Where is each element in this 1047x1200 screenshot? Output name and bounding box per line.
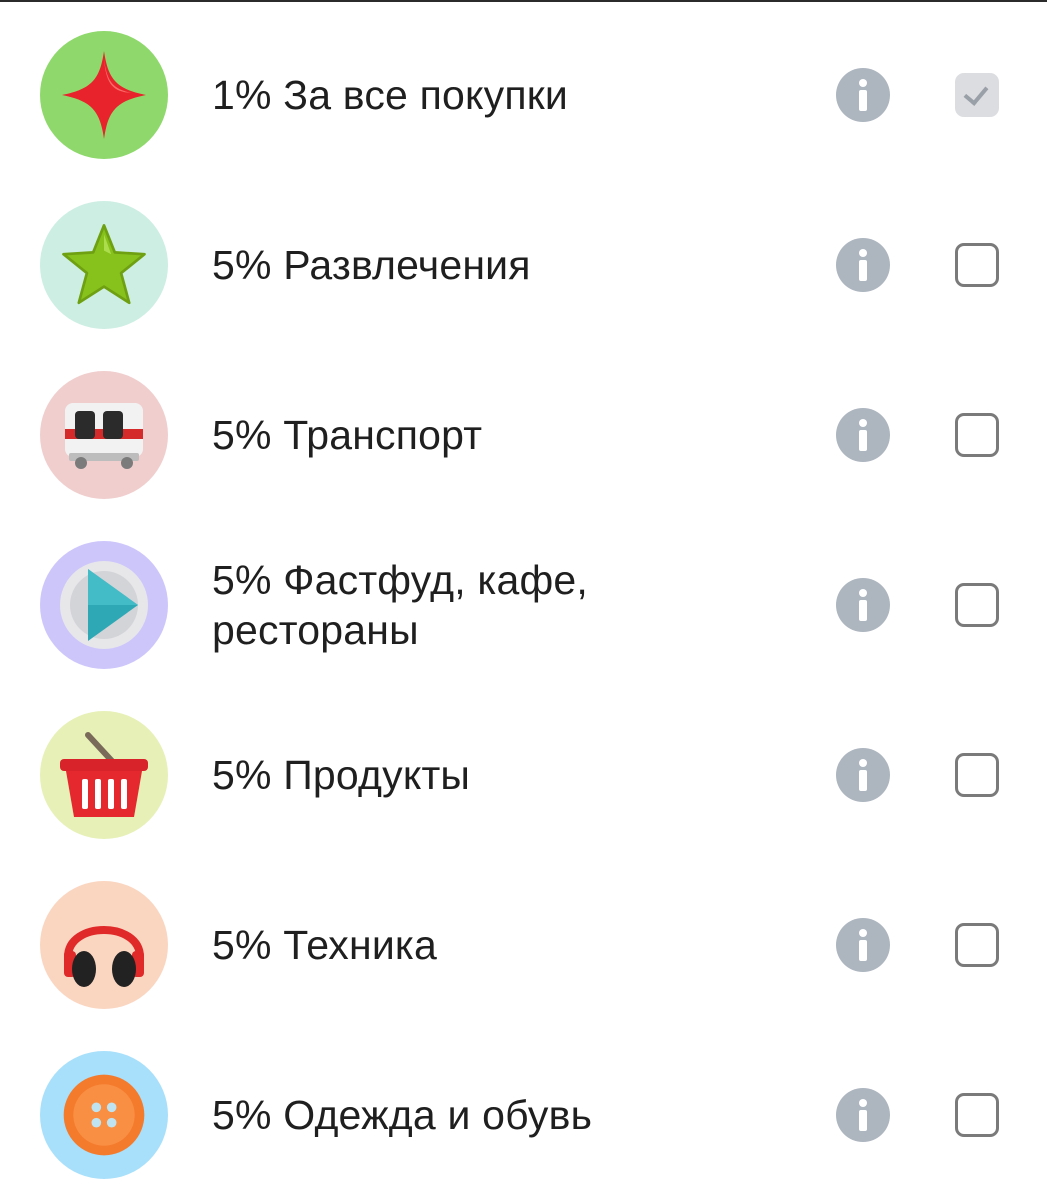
info-icon[interactable] bbox=[836, 1088, 890, 1142]
info-icon[interactable] bbox=[836, 408, 890, 462]
category-label: 5% Одежда и обувь bbox=[212, 1092, 593, 1138]
info-icon[interactable] bbox=[836, 748, 890, 802]
shopping-basket-icon bbox=[40, 711, 168, 839]
list-item[interactable]: 1% За все покупки bbox=[0, 10, 1047, 180]
list-item[interactable]: 5% Транспорт bbox=[0, 350, 1047, 520]
top-divider bbox=[0, 0, 1047, 2]
info-icon[interactable] bbox=[836, 68, 890, 122]
green-star-icon bbox=[40, 201, 168, 329]
category-checkbox[interactable] bbox=[955, 753, 999, 797]
category-label: 5% Продукты bbox=[212, 752, 471, 798]
category-checkbox[interactable] bbox=[955, 1093, 999, 1137]
category-checkbox[interactable] bbox=[955, 583, 999, 627]
category-checkbox[interactable] bbox=[955, 73, 999, 117]
category-label: 5% Техника bbox=[212, 922, 437, 968]
category-label: 5% Развлечения bbox=[212, 242, 531, 288]
list-item[interactable]: 5% Развлечения bbox=[0, 180, 1047, 350]
info-icon[interactable] bbox=[836, 918, 890, 972]
category-checkbox[interactable] bbox=[955, 243, 999, 287]
button-icon bbox=[40, 1051, 168, 1179]
play-plate-icon bbox=[40, 541, 168, 669]
list-item[interactable]: 5% Фастфуд, кафе, рестораны bbox=[0, 520, 1047, 690]
category-label: 5% Фастфуд, кафе, рестораны bbox=[212, 557, 588, 653]
red-sparkle-star-icon bbox=[40, 31, 168, 159]
list-item[interactable]: 5% Одежда и обувь bbox=[0, 1030, 1047, 1200]
info-icon[interactable] bbox=[836, 578, 890, 632]
list-item[interactable]: 5% Техника bbox=[0, 860, 1047, 1030]
category-checkbox[interactable] bbox=[955, 923, 999, 967]
category-checkbox[interactable] bbox=[955, 413, 999, 457]
category-label: 1% За все покупки bbox=[212, 72, 568, 118]
info-icon[interactable] bbox=[836, 238, 890, 292]
category-label: 5% Транспорт bbox=[212, 412, 483, 458]
checkmark-icon bbox=[963, 80, 989, 106]
subway-train-icon bbox=[40, 371, 168, 499]
headphones-icon bbox=[40, 881, 168, 1009]
list-item[interactable]: 5% Продукты bbox=[0, 690, 1047, 860]
